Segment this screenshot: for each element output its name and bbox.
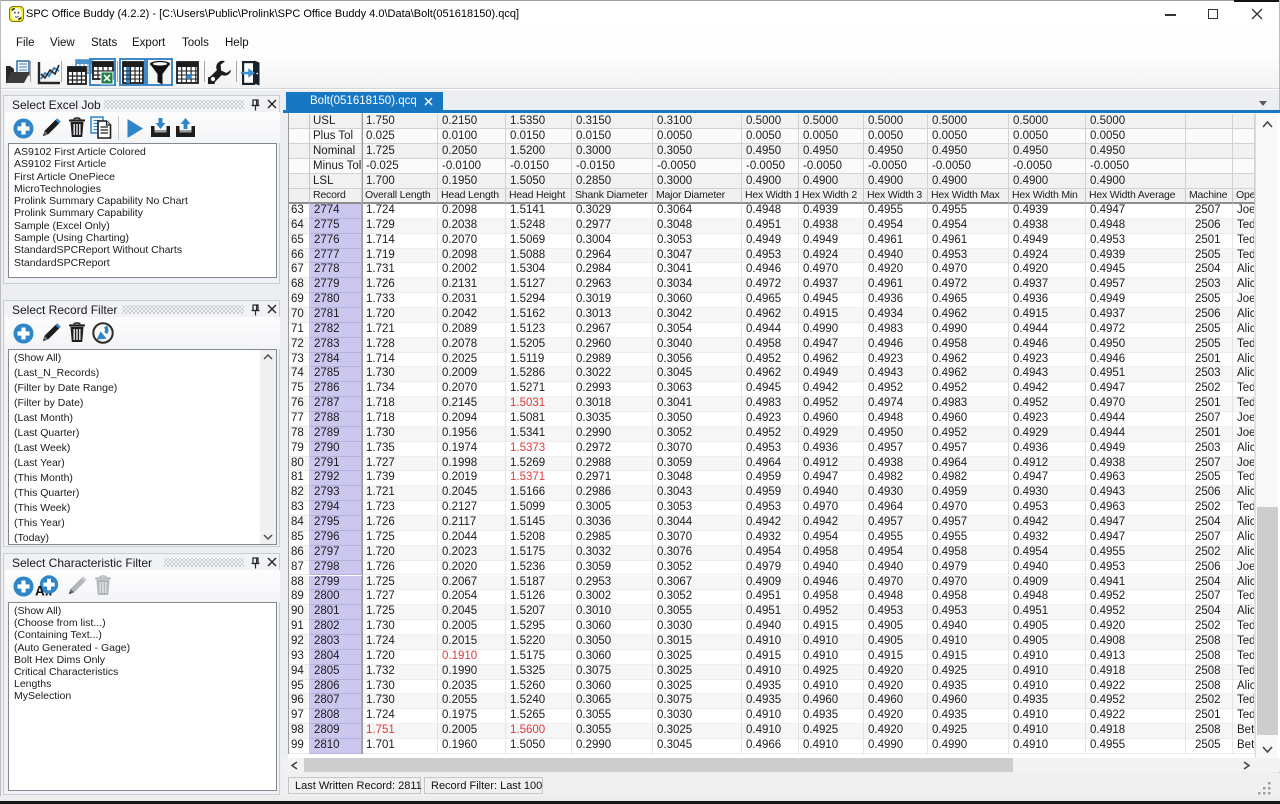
svg-text:A..: A.. [35,584,52,599]
